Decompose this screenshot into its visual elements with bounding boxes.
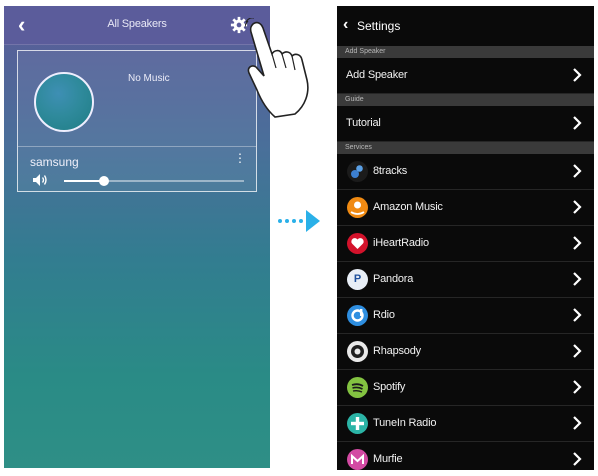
chevron-right-icon (573, 308, 582, 322)
row-label: TuneIn Radio (373, 417, 437, 429)
volume-slider-fill (64, 180, 104, 182)
service-row-pandora[interactable]: P Pandora (337, 262, 594, 298)
service-row-iheartradio[interactable]: iHeartRadio (337, 226, 594, 262)
section-header-services: Services (337, 142, 594, 154)
top-bar: ‹ All Speakers (4, 6, 270, 45)
row-label: Amazon Music (373, 201, 443, 213)
settings-title: Settings (357, 19, 401, 33)
row-label: Tutorial (346, 117, 381, 129)
speaker-card[interactable]: No Music samsung ⋮ (17, 50, 257, 192)
album-art (34, 72, 94, 132)
row-label: Pandora (373, 273, 414, 285)
spotify-icon (347, 377, 368, 398)
service-row-murfie[interactable]: Murfie (337, 442, 594, 470)
service-row-rdio[interactable]: Rdio (337, 298, 594, 334)
tunein-radio-icon (347, 413, 368, 434)
tap-hand-icon (245, 18, 309, 118)
section-header-add-speaker: Add Speaker (337, 46, 594, 58)
row-label: Rdio (373, 309, 395, 321)
service-row-rhapsody[interactable]: Rhapsody (337, 334, 594, 370)
chevron-right-icon (573, 236, 582, 250)
more-options-icon[interactable]: ⋮ (234, 152, 246, 164)
flow-arrow-icon (278, 210, 320, 232)
amazon-music-icon (347, 197, 368, 218)
rdio-icon (347, 305, 368, 326)
chevron-right-icon (573, 200, 582, 214)
row-label: Rhapsody (373, 345, 421, 357)
chevron-right-icon (573, 380, 582, 394)
chevron-right-icon (573, 344, 582, 358)
back-icon[interactable]: ‹ (343, 17, 348, 33)
row-label: iHeartRadio (373, 237, 429, 249)
pandora-icon: P (347, 269, 368, 290)
service-row-8tracks[interactable]: 8tracks (337, 154, 594, 190)
row-label: Murfie (373, 453, 403, 465)
speaker-name: samsung (30, 155, 79, 169)
row-add-speaker[interactable]: Add Speaker (337, 58, 594, 94)
rhapsody-icon (347, 341, 368, 362)
now-playing-text: No Music (128, 73, 170, 84)
service-row-amazon-music[interactable]: Amazon Music (337, 190, 594, 226)
row-label: Add Speaker (346, 69, 408, 81)
chevron-right-icon (573, 416, 582, 430)
row-label: 8tracks (373, 165, 408, 177)
settings-header: ‹ Settings (337, 6, 594, 46)
chevron-right-icon (573, 68, 582, 82)
service-row-tunein-radio[interactable]: TuneIn Radio (337, 406, 594, 442)
volume-icon[interactable] (32, 173, 48, 187)
chevron-right-icon (573, 452, 582, 466)
divider (18, 146, 256, 147)
8tracks-icon (347, 161, 368, 182)
row-tutorial[interactable]: Tutorial (337, 106, 594, 142)
volume-slider-thumb[interactable] (98, 176, 109, 186)
chevron-right-icon (573, 164, 582, 178)
row-label: Spotify (373, 381, 406, 393)
chevron-right-icon (573, 272, 582, 286)
section-header-guide: Guide (337, 94, 594, 106)
chevron-right-icon (573, 116, 582, 130)
iheartradio-icon (347, 233, 368, 254)
volume-slider[interactable] (64, 176, 244, 186)
settings-screen: ‹ Settings Add Speaker Add Speaker Guide… (337, 6, 594, 470)
murfie-icon (347, 449, 368, 470)
speakers-screen: ‹ All Speakers No Music samsung ⋮ (4, 6, 270, 468)
service-row-spotify[interactable]: Spotify (337, 370, 594, 406)
